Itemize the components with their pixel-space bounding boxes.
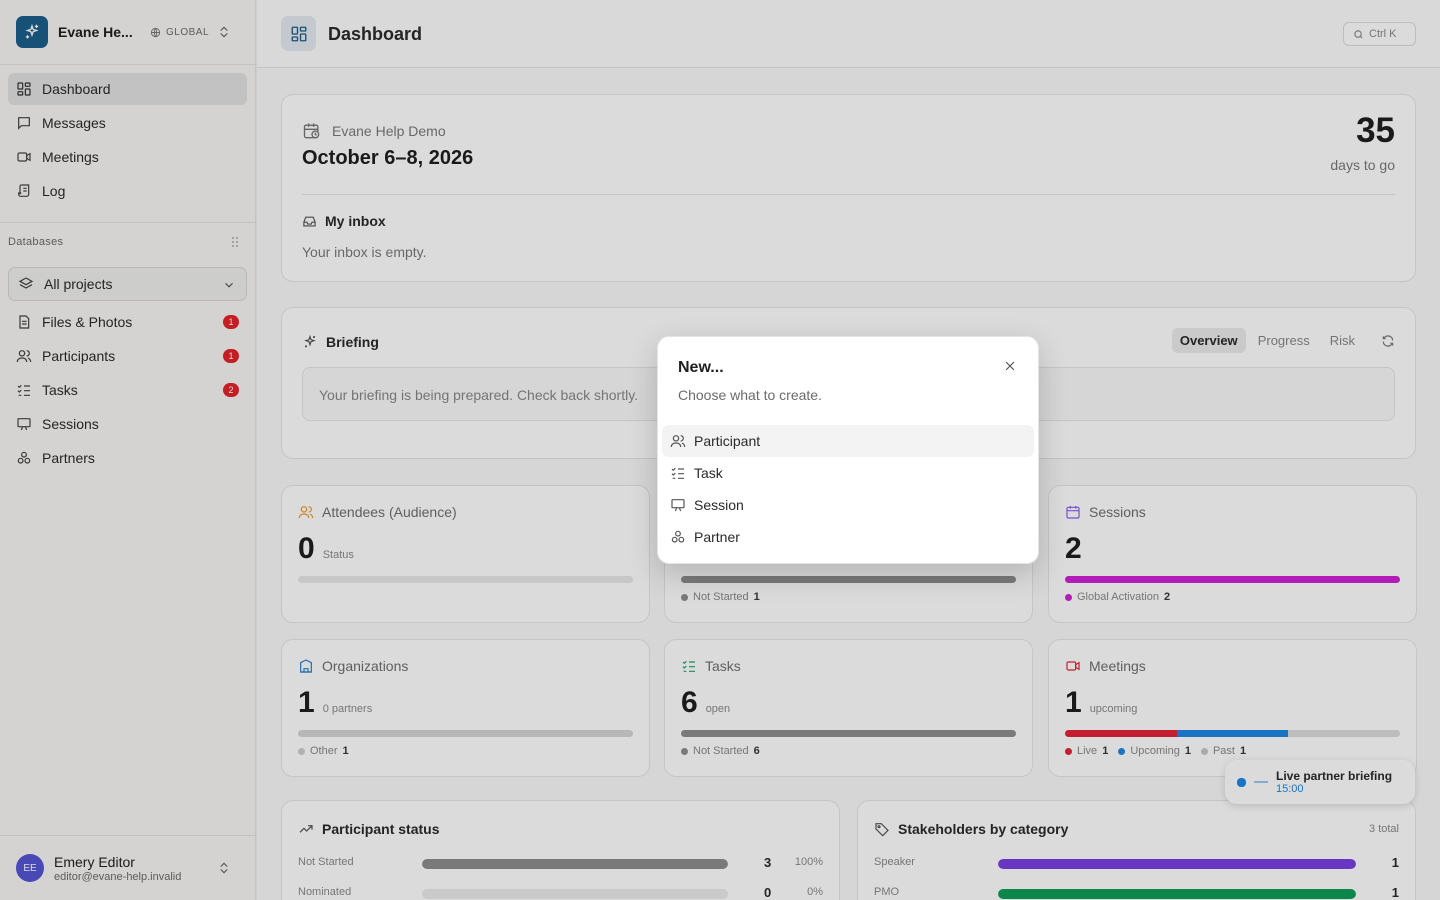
dialog-title: New... xyxy=(678,359,724,376)
create-session-option[interactable]: Session xyxy=(662,489,1034,521)
dialog-subtitle: Choose what to create. xyxy=(678,387,822,403)
option-label: Session xyxy=(694,497,744,513)
close-icon xyxy=(1005,361,1015,371)
create-partner-option[interactable]: Partner xyxy=(662,521,1034,553)
close-button[interactable] xyxy=(1002,358,1018,374)
presentation-icon xyxy=(671,499,685,512)
option-label: Task xyxy=(694,465,723,481)
option-label: Participant xyxy=(694,433,761,449)
option-label: Partner xyxy=(694,529,740,545)
create-participant-option[interactable]: Participant xyxy=(662,425,1034,457)
handshake-icon xyxy=(671,530,685,543)
create-options-list: Participant Task Session Partner xyxy=(662,425,1034,553)
users-icon xyxy=(670,435,686,448)
new-item-dialog: New... Choose what to create. Participan… xyxy=(657,336,1039,564)
create-task-option[interactable]: Task xyxy=(662,457,1034,489)
checklist-icon xyxy=(671,467,684,479)
